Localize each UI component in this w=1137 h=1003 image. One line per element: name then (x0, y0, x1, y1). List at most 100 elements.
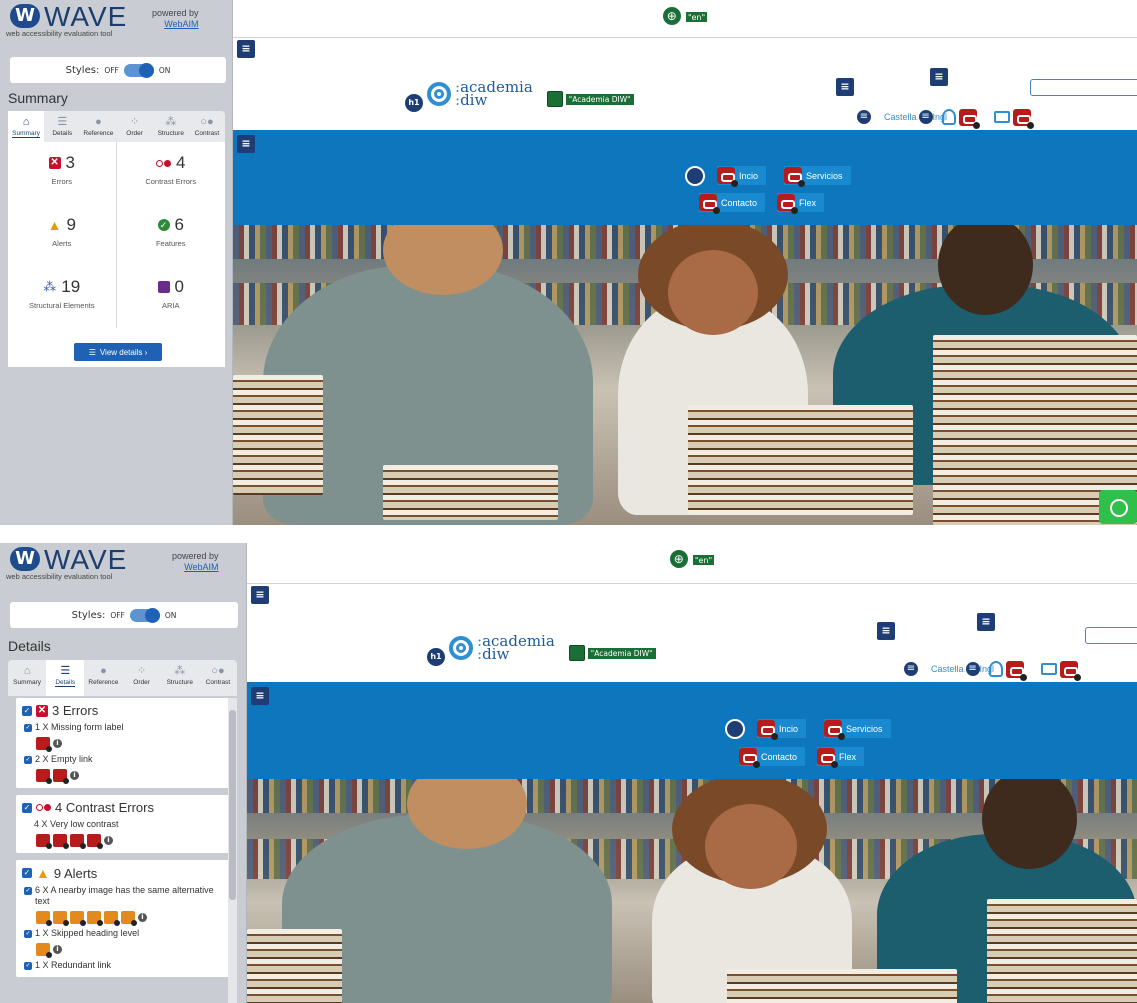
alert-image-icon[interactable] (121, 911, 137, 926)
contrast-errors-summary[interactable]: 4 Contrast Errors (117, 142, 226, 204)
header-divider (233, 37, 1137, 38)
view-details-button[interactable]: ☰ View details › (74, 343, 162, 361)
section-icon[interactable]: ≡ (836, 78, 854, 96)
info-icon[interactable]: i (70, 771, 79, 780)
empty-link-error-icon[interactable] (1060, 660, 1082, 681)
empty-link-icon[interactable] (36, 769, 52, 784)
tab-details[interactable]: ☰ Details (46, 660, 85, 696)
empty-link-error-icon[interactable] (1006, 660, 1028, 681)
alerts-summary[interactable]: ▲ 9 Alerts (8, 204, 117, 266)
nav-region-icon[interactable]: ≡ (237, 135, 255, 153)
contrast-error-icon[interactable] (53, 834, 69, 849)
nearby-image-checkbox[interactable]: ✓ (24, 887, 32, 895)
info-icon[interactable]: i (138, 913, 147, 922)
user-icon[interactable] (942, 109, 957, 125)
redundant-link-checkbox[interactable]: ✓ (24, 962, 32, 970)
info-icon[interactable]: i (53, 945, 62, 954)
tab-contrast[interactable]: ○● Contrast (199, 660, 237, 696)
alert-image-icon[interactable] (104, 911, 120, 926)
alt-text-tag[interactable]: "Academia DIW" (546, 91, 634, 107)
nav-item-servicios[interactable]: Servicios (824, 719, 891, 740)
list-icon[interactable]: ≡ (902, 660, 920, 678)
language-castellano[interactable]: Castellar (884, 112, 920, 122)
tab-structure[interactable]: ⁂ Structure (161, 660, 199, 696)
user-icon[interactable] (989, 661, 1004, 677)
book-stack-center (688, 405, 913, 515)
info-icon[interactable]: i (53, 739, 62, 748)
empty-link-error-icon[interactable] (1013, 108, 1035, 129)
features-summary[interactable]: ✓ 6 Features (117, 204, 226, 266)
academia-logo-icon (449, 636, 473, 660)
missing-label-checkbox[interactable]: ✓ (24, 724, 32, 732)
contrast-error-icon[interactable] (36, 834, 52, 849)
h1-icon[interactable]: h1 (427, 648, 445, 666)
nav-item-inicio[interactable]: Incio (717, 166, 767, 187)
alerts-checkbox[interactable]: ✓ (22, 868, 32, 878)
header-region-icon[interactable]: ≡ (251, 586, 269, 604)
globe-icon[interactable]: ⊕ (669, 550, 688, 568)
errors-summary[interactable]: ✕ 3 Errors (8, 142, 117, 204)
skipped-heading-icon[interactable] (36, 943, 52, 958)
tab-reference[interactable]: ● Reference (84, 660, 122, 696)
nav-item-inicio[interactable]: Incio (757, 719, 807, 740)
errors-checkbox[interactable]: ✓ (22, 705, 32, 716)
tab-order[interactable]: ⁘ Order (123, 660, 161, 696)
wave-logo-icon: W (10, 547, 40, 571)
list-icon[interactable] (725, 719, 745, 739)
info-icon[interactable]: i (104, 836, 113, 845)
scrollbar-thumb[interactable] (229, 710, 236, 900)
alerts-group: ✓ ▲ 9 Alerts ✓ 6 X A nearby image has the s… (16, 860, 232, 977)
nav-item-flex[interactable]: Flex (777, 193, 825, 214)
section-icon[interactable]: ≡ (977, 613, 995, 631)
empty-link-error-icon[interactable] (959, 108, 981, 129)
wave-logo-text: WAVE (44, 1, 128, 32)
language-indicator: ⊕ "en" (247, 550, 1137, 568)
structural-summary[interactable]: ⁂ 19 Structural Elements (8, 266, 117, 328)
section-icon[interactable]: ≡ (930, 68, 948, 86)
alert-image-icon[interactable] (70, 911, 86, 926)
section-icon[interactable]: ≡ (877, 622, 895, 640)
search-input[interactable] (1085, 627, 1137, 644)
nav-item-contacto[interactable]: Contacto (739, 747, 806, 768)
list-icon[interactable] (685, 166, 705, 186)
alert-image-icon[interactable] (53, 911, 69, 926)
styles-toggle[interactable] (129, 607, 160, 623)
alert-image-icon[interactable] (87, 911, 103, 926)
alt-text-tag[interactable]: "Academia DIW" (568, 645, 656, 661)
search-input[interactable] (1030, 79, 1137, 96)
aria-summary[interactable]: 0 ARIA (117, 266, 226, 328)
alert-icon: ▲ (47, 217, 62, 233)
empty-link-icon[interactable] (53, 769, 69, 784)
h1-icon[interactable]: h1 (405, 94, 423, 112)
nav-item-flex[interactable]: Flex (817, 747, 865, 768)
header-region-icon[interactable]: ≡ (237, 40, 255, 58)
home-icon: ⌂ (22, 116, 30, 128)
empty-link-checkbox[interactable]: ✓ (24, 756, 32, 764)
webaim-link[interactable]: WebAIM (152, 19, 198, 30)
alert-image-icon[interactable] (36, 911, 52, 926)
contrast-error-icon (699, 194, 720, 214)
site-logo[interactable]: h1 :academia:diw "Academia DIW" (427, 630, 656, 666)
contrast-checkbox[interactable]: ✓ (22, 802, 32, 813)
tab-summary[interactable]: ⌂ Summary (8, 660, 46, 696)
webaim-link[interactable]: WebAIM (172, 562, 218, 573)
language-castellano[interactable]: Castellar (931, 664, 967, 674)
missing-label-icon[interactable] (36, 737, 52, 752)
mail-icon[interactable] (994, 111, 1011, 123)
contrast-error-icon[interactable] (70, 834, 86, 849)
list-icon[interactable]: ≡ (855, 108, 873, 126)
details-scrollbar[interactable] (228, 698, 237, 1003)
skipped-heading-checkbox[interactable]: ✓ (24, 930, 32, 938)
book-stack-left (247, 929, 342, 1003)
globe-icon[interactable]: ⊕ (662, 7, 681, 25)
site-logo[interactable]: h1 :academia:diw "Academia DIW" (405, 76, 634, 112)
mail-icon[interactable] (1041, 663, 1058, 675)
nav-item-contacto[interactable]: Contacto (699, 193, 766, 214)
styles-toggle[interactable] (123, 62, 154, 78)
styles-off-label: OFF (104, 65, 119, 75)
whatsapp-icon[interactable] (1099, 490, 1137, 524)
nav-region-icon[interactable]: ≡ (251, 687, 269, 705)
contrast-error-icon[interactable] (87, 834, 103, 849)
nav-item-servicios[interactable]: Servicios (784, 166, 851, 187)
lang-tag: "en" (692, 555, 715, 565)
